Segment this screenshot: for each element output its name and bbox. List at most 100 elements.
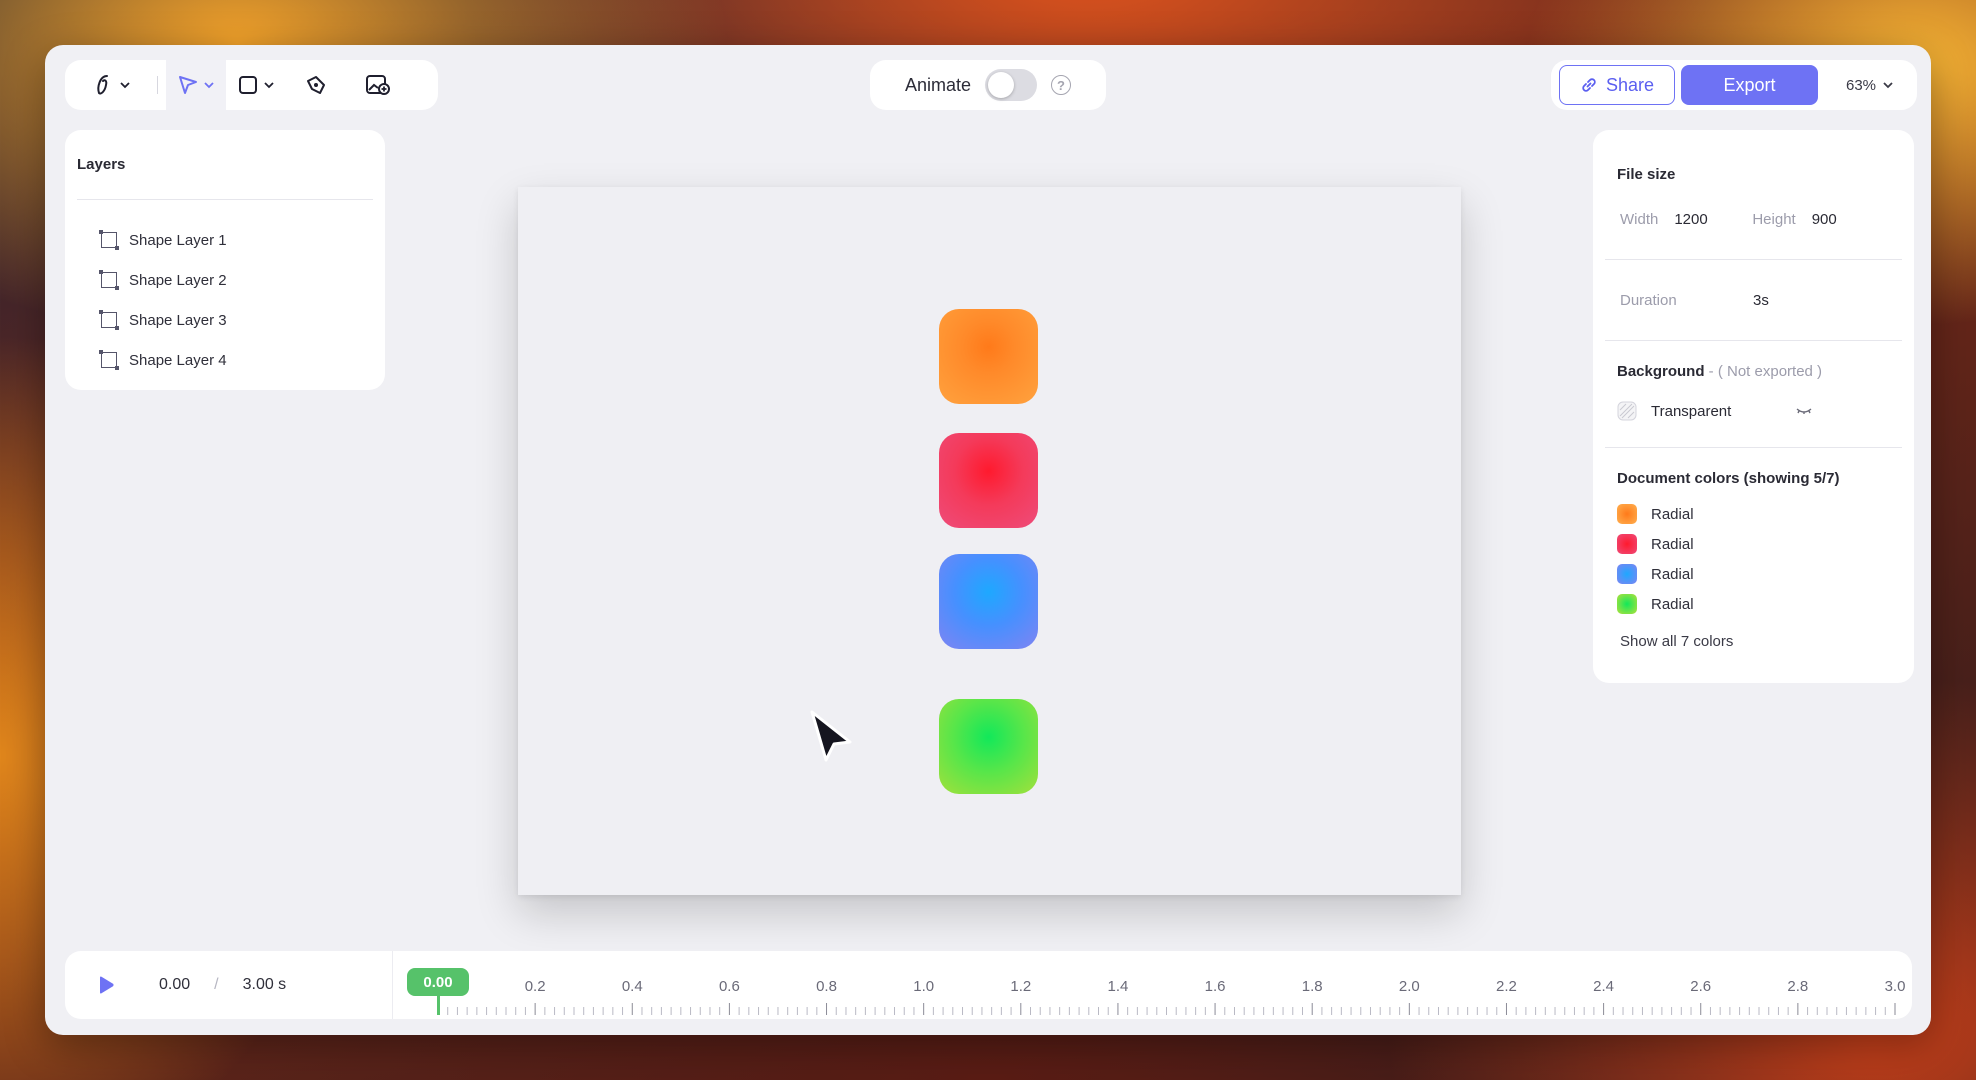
shape-tool-button[interactable]: [226, 60, 286, 110]
ruler-tick-label: 1.8: [1302, 978, 1323, 995]
export-button[interactable]: Export: [1681, 65, 1818, 105]
shape-blue[interactable]: [939, 554, 1038, 649]
shape-layer-icon: [99, 310, 119, 330]
time-separator: /: [214, 976, 219, 993]
playhead-line: [437, 995, 440, 1015]
ruler-tick-label: 1.0: [913, 978, 934, 995]
ruler-tick-label: 2.4: [1593, 978, 1614, 995]
ruler-tick-label: 0.2: [525, 978, 546, 995]
ruler-scale: 0.2 0.4 0.6 0.8 1.0 1.2 1.4 1.6 1.8 2.0 2.2 2.4 2.6 2…: [437, 978, 1906, 1015]
color-label: Radial: [1651, 535, 1694, 553]
action-bar: Share Export 63%: [1551, 60, 1917, 110]
cursor-arrow-icon: [179, 76, 197, 94]
link-icon: [1582, 78, 1596, 92]
add-image-icon: [366, 75, 390, 95]
timeline-ruler[interactable]: 0.2 0.4 0.6 0.8 1.0 1.2 1.4 1.6 1.8 2.0 2.2 2.4 2.6 2…: [395, 951, 1912, 1019]
layers-panel: Layers Shape Layer 1 Shape Layer 2 Shape…: [65, 130, 385, 390]
playback-controls: 0.00 / 3.00 s: [65, 951, 393, 1019]
ruler-tick-label: 1.6: [1205, 978, 1226, 995]
total-time: 3.00 s: [242, 976, 287, 993]
animate-label: Animate: [904, 74, 972, 95]
share-button[interactable]: Share: [1559, 65, 1675, 105]
layers-title: Layers: [77, 130, 373, 200]
ruler-tick-label: 2.0: [1399, 978, 1420, 995]
duration-section: Duration 3s: [1605, 260, 1902, 341]
pen-tool-button[interactable]: [75, 60, 149, 110]
background-note: - ( Not exported ): [1704, 363, 1823, 380]
app-window: Animate ? Share Export 63% Layers Shape …: [45, 45, 1931, 1035]
shape-layer-icon: [99, 350, 119, 370]
color-swatch: [1617, 534, 1637, 554]
select-tool-button[interactable]: [166, 60, 226, 110]
color-label: Radial: [1651, 505, 1694, 523]
zoom-dropdown[interactable]: 63%: [1846, 77, 1894, 94]
ruler-tick-label: 0.8: [816, 978, 837, 995]
layer-label: Shape Layer 4: [129, 351, 227, 369]
background-title: Background: [1617, 363, 1705, 380]
layer-label: Shape Layer 3: [129, 311, 227, 329]
layer-item[interactable]: Shape Layer 2: [77, 260, 373, 300]
play-icon[interactable]: [97, 975, 115, 995]
ruler-tick-label: 2.2: [1496, 978, 1517, 995]
layer-item[interactable]: Shape Layer 3: [77, 300, 373, 340]
document-colors-section: Document colors (showing 5/7) Radial Rad…: [1605, 448, 1902, 650]
shape-green[interactable]: [939, 699, 1038, 794]
show-all-colors-link[interactable]: Show all 7 colors: [1617, 633, 1890, 650]
color-item[interactable]: Radial: [1617, 499, 1890, 529]
current-time: 0.00: [159, 976, 191, 993]
shape-orange[interactable]: [939, 309, 1038, 404]
transparent-swatch-icon: [1617, 401, 1637, 421]
duration-field[interactable]: 3s: [1753, 292, 1769, 309]
ruler-tick-label: 2.8: [1787, 978, 1808, 995]
width-field[interactable]: 1200: [1674, 211, 1752, 228]
background-value[interactable]: Transparent: [1651, 403, 1781, 420]
toolbar-divider: [157, 76, 158, 94]
pencil-icon: [307, 76, 325, 94]
ruler-tick-label: 0.4: [622, 978, 643, 995]
color-label: Radial: [1651, 595, 1694, 613]
layer-label: Shape Layer 1: [129, 231, 227, 249]
rectangle-icon: [239, 76, 257, 94]
share-label: Share: [1605, 74, 1655, 95]
eye-closed-icon[interactable]: [1795, 406, 1813, 416]
playhead-handle[interactable]: 0.00: [407, 968, 469, 996]
tool-palette: [65, 60, 438, 110]
chevron-down-icon: [264, 82, 274, 89]
layer-item[interactable]: Shape Layer 1: [77, 220, 373, 260]
zoom-value: 63%: [1846, 76, 1877, 94]
color-item[interactable]: Radial: [1617, 529, 1890, 559]
timeline-bar: 0.00 / 3.00 s 0.2 0.4 0.6 0.8 1.0 1.2 1.4 1.6 1.…: [65, 951, 1912, 1019]
pencil-tool-button[interactable]: [286, 60, 346, 110]
color-item[interactable]: Radial: [1617, 559, 1890, 589]
canvas-artboard[interactable]: [518, 187, 1461, 895]
ruler-tick-label: 1.4: [1108, 978, 1129, 995]
layer-label: Shape Layer 2: [129, 271, 227, 289]
animate-toggle[interactable]: [985, 69, 1038, 101]
file-size-title: File size: [1617, 166, 1676, 183]
help-icon[interactable]: ?: [1051, 75, 1072, 95]
layer-item[interactable]: Shape Layer 4: [77, 340, 373, 380]
mouse-cursor-icon: [810, 710, 852, 762]
shape-layer-icon: [99, 270, 119, 290]
chevron-down-icon: [1883, 82, 1893, 89]
color-item[interactable]: Radial: [1617, 589, 1890, 619]
document-colors-title: Document colors (showing 5/7): [1617, 470, 1840, 487]
ruler-tick-label: 1.2: [1010, 978, 1031, 995]
ruler-tick-label: 0.6: [719, 978, 740, 995]
color-swatch: [1617, 504, 1637, 524]
shape-red[interactable]: [939, 433, 1038, 528]
ruler-tick-label: 2.6: [1690, 978, 1711, 995]
image-tool-button[interactable]: [346, 60, 410, 110]
chevron-down-icon: [204, 82, 214, 89]
color-label: Radial: [1651, 565, 1694, 583]
duration-label: Duration: [1620, 292, 1677, 309]
ruler-tick-label: 3.0: [1885, 978, 1906, 995]
width-label: Width: [1620, 211, 1659, 228]
pen-icon: [97, 75, 108, 95]
height-field[interactable]: 900: [1812, 211, 1837, 228]
background-section: Background - ( Not exported ) Transparen…: [1605, 341, 1902, 448]
height-label: Height: [1752, 211, 1796, 228]
toggle-knob: [988, 72, 1015, 98]
file-size-section: File size Width 1200 Height 900: [1605, 130, 1902, 260]
animate-control: Animate ?: [870, 60, 1106, 110]
